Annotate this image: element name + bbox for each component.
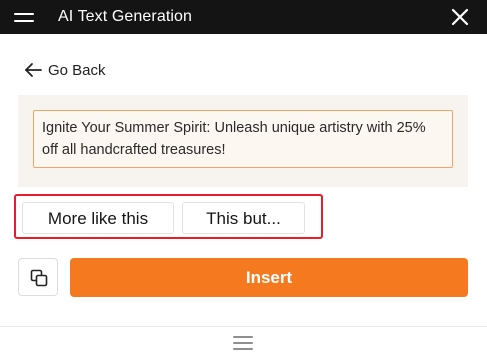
- more-like-this-button[interactable]: More like this: [22, 202, 174, 234]
- hamburger-menu-icon[interactable]: [14, 11, 34, 23]
- go-back-link[interactable]: Go Back: [24, 59, 106, 81]
- insert-button[interactable]: Insert: [70, 258, 468, 297]
- footer-divider: [0, 326, 487, 327]
- copy-icon: [30, 269, 48, 287]
- refine-actions-group: More like this This but...: [14, 194, 323, 239]
- go-back-label: Go Back: [48, 61, 106, 79]
- generated-text-box[interactable]: Ignite Your Summer Spirit: Unleash uniqu…: [33, 110, 453, 168]
- header-bar: AI Text Generation: [0, 0, 487, 34]
- header-title: AI Text Generation: [58, 8, 193, 25]
- copy-button[interactable]: [18, 258, 58, 296]
- close-icon[interactable]: [451, 8, 469, 26]
- arrow-left-icon: [24, 62, 42, 78]
- this-but-button[interactable]: This but...: [182, 202, 305, 234]
- result-panel: Ignite Your Summer Spirit: Unleash uniqu…: [18, 95, 468, 187]
- drag-handle-icon[interactable]: [233, 336, 253, 350]
